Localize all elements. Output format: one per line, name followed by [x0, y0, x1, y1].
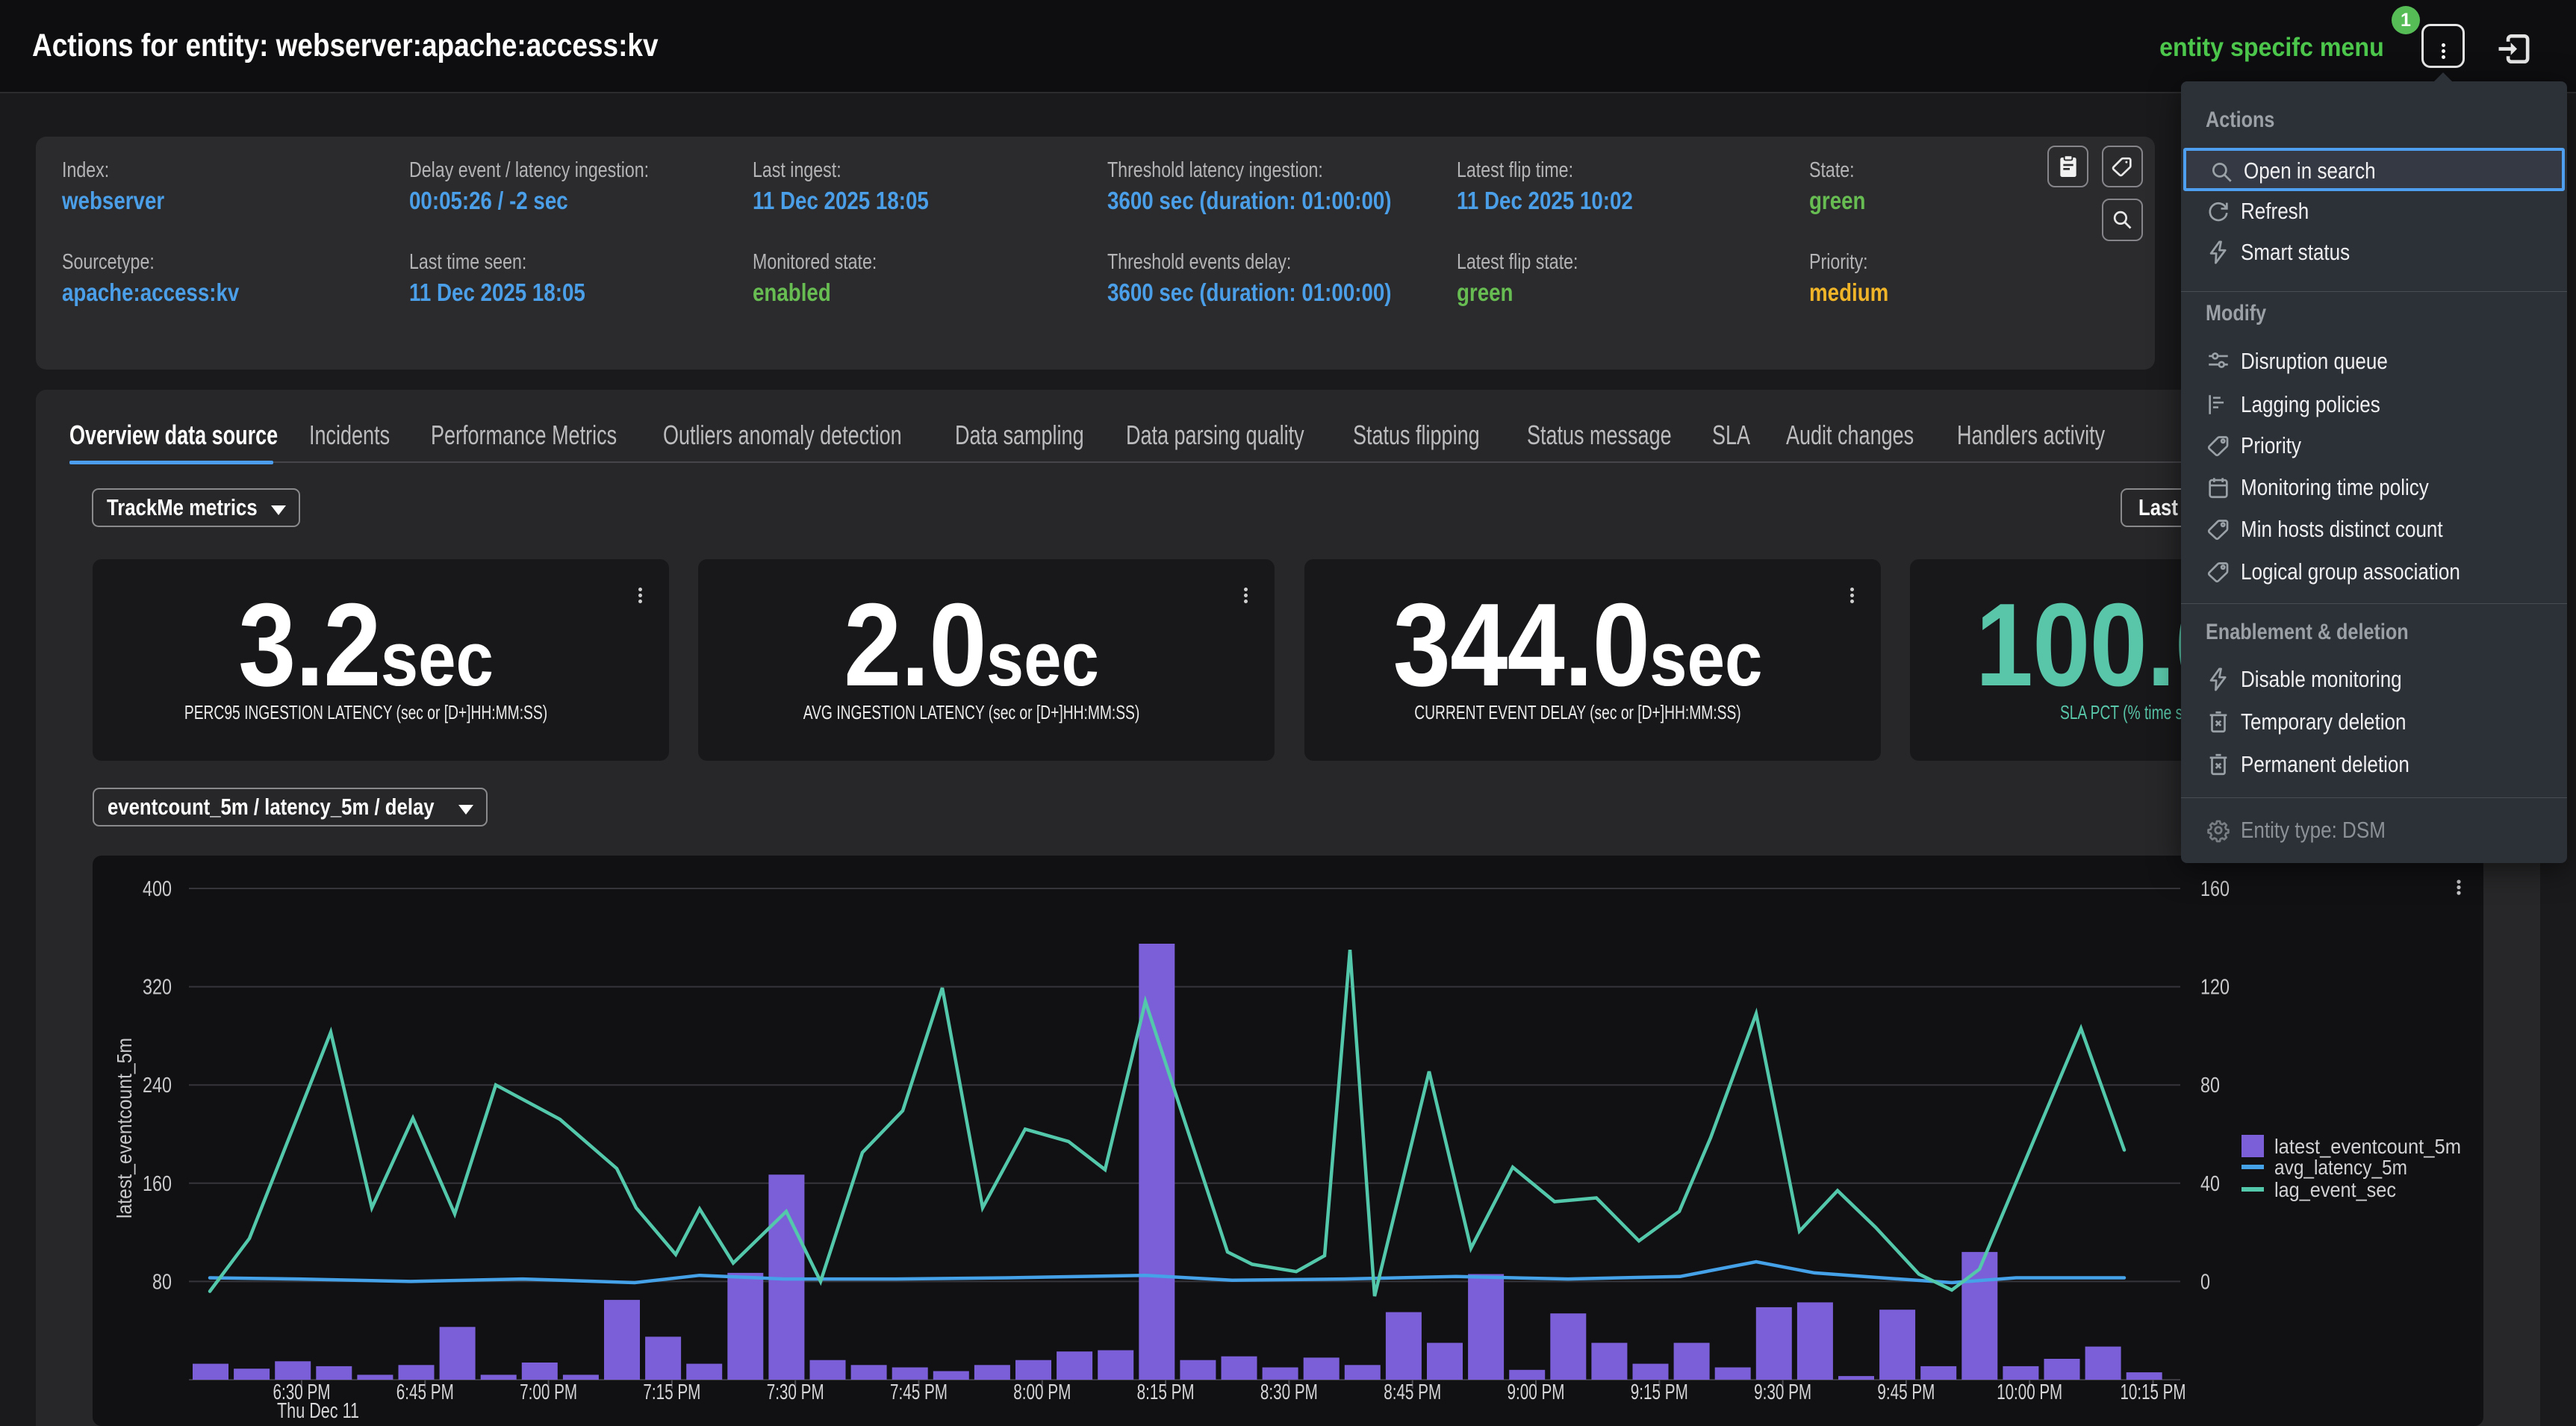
svg-text:9:15 PM: 9:15 PM — [1631, 1380, 1688, 1404]
svg-text:0: 0 — [2200, 1270, 2210, 1294]
svg-text:10:15 PM: 10:15 PM — [2121, 1380, 2186, 1404]
svg-text:7:45 PM: 7:45 PM — [890, 1380, 948, 1404]
svg-text:latest_eventcount_5m: latest_eventcount_5m — [2274, 1135, 2461, 1158]
svg-text:Thu Dec 11: Thu Dec 11 — [277, 1399, 359, 1423]
svg-text:400: 400 — [143, 877, 172, 901]
svg-text:240: 240 — [143, 1074, 172, 1097]
svg-text:80: 80 — [152, 1270, 172, 1294]
svg-text:8:30 PM: 8:30 PM — [1260, 1380, 1318, 1404]
svg-text:7:15 PM: 7:15 PM — [643, 1380, 700, 1404]
svg-text:7:00 PM: 7:00 PM — [520, 1380, 577, 1404]
svg-text:9:30 PM: 9:30 PM — [1754, 1380, 1811, 1404]
svg-text:8:45 PM: 8:45 PM — [1384, 1380, 1441, 1404]
svg-text:latest_eventcount_5m: latest_eventcount_5m — [113, 1038, 136, 1218]
svg-text:8:15 PM: 8:15 PM — [1137, 1380, 1195, 1404]
svg-text:9:45 PM: 9:45 PM — [1877, 1380, 1935, 1404]
svg-text:160: 160 — [2200, 877, 2230, 901]
svg-text:8:00 PM: 8:00 PM — [1013, 1380, 1071, 1404]
svg-text:160: 160 — [143, 1172, 172, 1196]
svg-text:lag_event_sec: lag_event_sec — [2274, 1178, 2396, 1201]
svg-text:120: 120 — [2200, 976, 2230, 1000]
svg-text:80: 80 — [2200, 1074, 2220, 1097]
svg-text:6:45 PM: 6:45 PM — [396, 1380, 454, 1404]
svg-text:40: 40 — [2200, 1172, 2220, 1196]
svg-text:7:30 PM: 7:30 PM — [767, 1380, 824, 1404]
svg-text:9:00 PM: 9:00 PM — [1508, 1380, 1565, 1404]
svg-text:320: 320 — [143, 976, 172, 1000]
svg-text:10:00 PM: 10:00 PM — [1997, 1380, 2062, 1404]
svg-text:avg_latency_5m: avg_latency_5m — [2274, 1156, 2407, 1179]
